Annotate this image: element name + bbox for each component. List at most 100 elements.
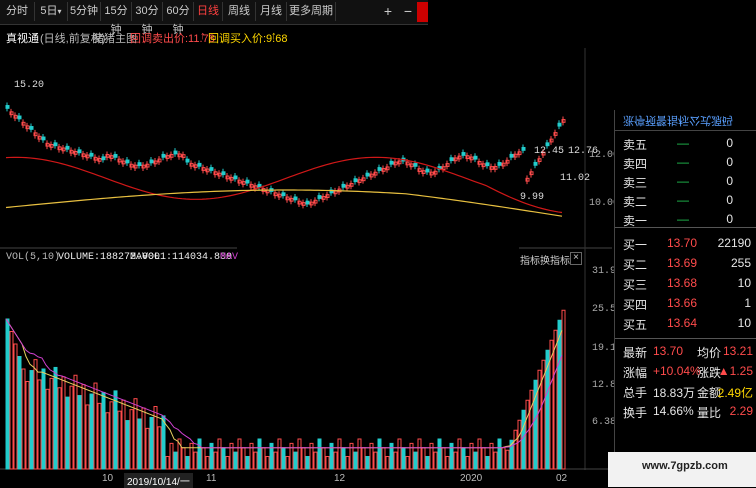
candle [293, 196, 298, 201]
volume-bar [457, 438, 462, 470]
volume-bar [249, 442, 254, 470]
volume-bar [517, 419, 522, 470]
volume-bar [289, 442, 294, 470]
volume-bar [369, 442, 374, 470]
volume-bar [261, 447, 266, 470]
volume-bar [245, 456, 250, 470]
candle [377, 167, 382, 171]
stat-value: ▲1.25 [717, 364, 753, 378]
volume-bar [61, 376, 66, 470]
volume-bar [393, 451, 398, 470]
volume-bar [377, 438, 382, 470]
candle [173, 150, 178, 155]
volume-bar [417, 438, 422, 470]
candle [473, 155, 478, 160]
volume-bar [277, 438, 282, 470]
volume-bar [341, 447, 346, 470]
close-icon[interactable]: × [570, 252, 583, 265]
volume-bar [85, 404, 90, 470]
red-tab-indicator [417, 2, 428, 22]
ask-volume: 0 [726, 136, 733, 150]
tab-5min[interactable]: 5分钟 [68, 2, 101, 21]
candle [65, 145, 70, 150]
volume-bar [489, 442, 494, 470]
stat-value: 13.21 [722, 344, 753, 358]
ask-row: 卖一 —0 [615, 210, 756, 228]
tab-more-periods[interactable]: 更多周期 [287, 2, 336, 21]
price-annotation: 11.02 [560, 173, 591, 184]
bid-row: 买一 13.70 22190 [615, 234, 756, 252]
tab-intraday[interactable]: 分时 [0, 2, 35, 21]
quote-panel: 涨停预警指标公式源码 卖五 —0 卖四 —0 卖三 —0 卖二 —0 卖一 —0 买一 13.70 2… [614, 110, 756, 487]
bid-volume: 22190 [717, 236, 751, 250]
ask-price: — [677, 155, 689, 169]
zoom-in-icon[interactable]: + [378, 2, 398, 21]
candle [485, 162, 490, 167]
bid-level-label: 买二 [623, 258, 648, 272]
change-indicator-button[interactable]: 换指标 [540, 252, 570, 267]
indicator-button[interactable]: 指标 [520, 252, 540, 267]
candle [353, 178, 358, 183]
volume-bar [173, 451, 178, 470]
bid-level-label: 买五 [623, 318, 648, 332]
tab-daily[interactable]: 日线 [194, 2, 223, 21]
tab-30min[interactable]: 30分钟 [132, 2, 163, 36]
zoom-out-icon[interactable]: − [398, 2, 418, 21]
tab-60min[interactable]: 60分钟 [163, 2, 194, 36]
volume-bar [449, 442, 454, 470]
ask-row: 卖三 — 0 [615, 172, 756, 190]
bid-price: 13.70 [667, 236, 698, 250]
volume-bar [229, 442, 234, 470]
candle [461, 152, 466, 156]
volume-bar [109, 401, 114, 470]
volume-bar [461, 447, 466, 470]
stat-value: 2.49亿 [717, 386, 753, 400]
chart-stock-name: 真视通 [6, 33, 39, 45]
stat-label: 量比 [697, 406, 722, 420]
volume-bar [213, 451, 218, 470]
candle [17, 115, 22, 120]
volume-bar [317, 438, 322, 470]
candle [125, 159, 130, 164]
candle [101, 156, 106, 161]
volume-bar [221, 447, 226, 470]
volume-bar [73, 374, 78, 470]
candle [161, 153, 166, 158]
quote-panel-title: 涨停预警指标公式源码 [623, 114, 733, 126]
buy-arrow-icon: ↑ [271, 30, 277, 42]
stat-row: 最新 13.70 均价 13.21 [615, 342, 756, 360]
volume-bar [237, 438, 242, 470]
volume-bar [165, 456, 170, 470]
stat-row: 总手 18.83万 金额 2.49亿 [615, 382, 756, 400]
stat-row: 涨幅 +10.04% 涨跌 ▲1.25 [615, 362, 756, 380]
volume-bar [345, 456, 350, 470]
volume-bar [53, 366, 58, 470]
tab-5day[interactable]: 5日▾ [35, 2, 68, 21]
volume-bar [429, 442, 434, 470]
volume-bar [425, 456, 430, 470]
stat-label: 最新 [623, 346, 648, 360]
watermark: www.7gpzb.com [608, 452, 756, 487]
volume-bar [129, 409, 134, 470]
tab-monthly[interactable]: 月线 [256, 2, 287, 21]
volume-bar [209, 442, 214, 470]
candle [557, 122, 562, 127]
candle [221, 171, 226, 176]
volume-bar [397, 438, 402, 470]
tab-15min[interactable]: 15分钟 [101, 2, 132, 36]
volume-bar [13, 343, 18, 470]
candle [89, 152, 94, 157]
volume-bar [301, 447, 306, 470]
stat-value: +10.04% [653, 364, 701, 378]
tab-weekly[interactable]: 周线 [223, 2, 256, 21]
candle [29, 126, 34, 130]
ask-price: — [677, 136, 689, 150]
ask-volume: 0 [726, 174, 733, 188]
watermark-site: www.7gpzb.com [642, 460, 728, 472]
stat-row: 换手 14.66% 量比 2.29 [615, 402, 756, 420]
volume-bar [241, 447, 246, 470]
date-tick: 11 [206, 473, 217, 484]
stat-label: 换手 [623, 406, 648, 420]
bid-price: 13.69 [667, 256, 698, 270]
volume-bar [17, 356, 22, 470]
